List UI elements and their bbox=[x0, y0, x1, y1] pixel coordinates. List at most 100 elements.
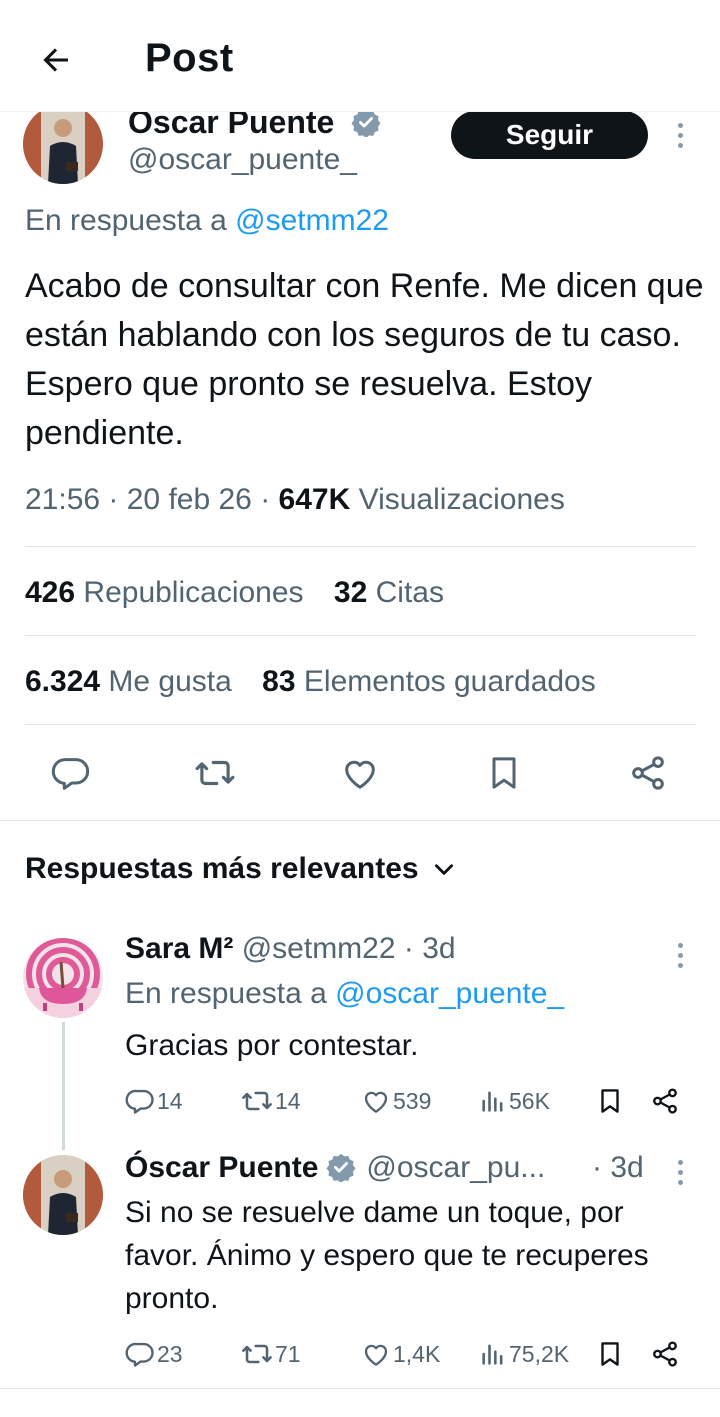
reply-author-handle[interactable]: @oscar_pu... bbox=[366, 1151, 545, 1184]
bookmark-button[interactable] bbox=[479, 748, 529, 798]
reply-button[interactable] bbox=[46, 748, 96, 798]
heart-icon bbox=[345, 760, 375, 789]
like-button[interactable] bbox=[335, 748, 385, 798]
reposts-count: 426 bbox=[25, 576, 76, 609]
reply-text: Gracias por contestar. bbox=[125, 1029, 419, 1062]
quotes-count: 32 bbox=[333, 576, 368, 609]
post-time[interactable]: 21:56 bbox=[25, 483, 100, 516]
reply-handle-link[interactable]: @setmm22 bbox=[235, 204, 389, 237]
quotes-label: Citas bbox=[375, 576, 444, 609]
share-icon bbox=[653, 1341, 677, 1367]
back-button[interactable] bbox=[26, 30, 86, 90]
replies-sort-dropdown[interactable]: Respuestas más relevantes bbox=[25, 852, 457, 886]
repost-count: 71 bbox=[275, 1340, 301, 1367]
bookmarks-label: Elementos guardados bbox=[303, 665, 596, 698]
divider bbox=[25, 546, 696, 547]
views-count: 647K bbox=[278, 483, 351, 516]
reply-share-button[interactable] bbox=[650, 1083, 680, 1119]
post-date[interactable]: 20 feb 26 bbox=[127, 483, 252, 516]
reply-prefix: En respuesta a bbox=[125, 977, 327, 1010]
arrow-left-icon bbox=[43, 48, 68, 72]
top-bar: Post bbox=[0, 0, 720, 112]
repost-count: 14 bbox=[275, 1087, 301, 1114]
bookmark-icon bbox=[492, 757, 516, 789]
bookmark-icon bbox=[601, 1342, 619, 1366]
reply-author-handle[interactable]: @setmm22 bbox=[242, 932, 396, 965]
reply-avatar[interactable] bbox=[23, 938, 103, 1018]
likes-stat[interactable]: 6.324 Me gusta bbox=[25, 665, 232, 698]
reply-repost-button[interactable]: 14 bbox=[241, 1083, 301, 1119]
reposts-stat[interactable]: 426 Republicaciones bbox=[25, 576, 304, 609]
comment-icon bbox=[125, 1089, 154, 1114]
reply-repost-button[interactable]: 71 bbox=[241, 1336, 301, 1372]
reply-action-bar: 23 71 1,4K 75,2K bbox=[125, 1336, 695, 1372]
reply-share-button[interactable] bbox=[650, 1336, 680, 1372]
reply-author-name[interactable]: Óscar Puente bbox=[125, 1151, 318, 1184]
reply-text: Si no se resuelve dame un toque, por fav… bbox=[125, 1196, 649, 1315]
chevron-down-icon bbox=[434, 864, 453, 875]
reposts-label: Republicaciones bbox=[83, 576, 304, 609]
divider bbox=[25, 724, 696, 725]
reply-prefix: En respuesta a bbox=[25, 204, 227, 237]
reply-like-button[interactable]: 539 bbox=[361, 1083, 431, 1119]
bookmarks-count: 83 bbox=[262, 665, 296, 698]
author-handle[interactable]: @oscar_puente_ bbox=[128, 143, 357, 177]
reply-comment-button[interactable]: 23 bbox=[125, 1336, 183, 1372]
repost-button[interactable] bbox=[190, 748, 240, 798]
divider bbox=[0, 1388, 720, 1389]
views-count: 56K bbox=[509, 1087, 550, 1114]
like-count: 1,4K bbox=[393, 1340, 441, 1367]
follow-button[interactable]: Seguir bbox=[451, 111, 648, 159]
stats-row-likes: 6.324 Me gusta 83 Elementos guardados bbox=[25, 665, 618, 699]
reply-time[interactable]: 3d bbox=[422, 932, 455, 965]
share-button[interactable] bbox=[623, 748, 673, 798]
stats-row-reposts: 426 Republicaciones 32 Citas bbox=[25, 576, 466, 610]
views-label: Visualizaciones bbox=[358, 483, 565, 516]
post-text: Acabo de consultar con Renfe. Me dicen q… bbox=[25, 267, 704, 452]
reply-header: Óscar Puente @oscar_pu... bbox=[125, 1151, 545, 1185]
verified-badge-icon bbox=[326, 1153, 356, 1182]
heart-icon bbox=[364, 1091, 388, 1113]
divider bbox=[25, 635, 696, 636]
likes-label: Me gusta bbox=[108, 665, 232, 698]
comment-count: 14 bbox=[157, 1087, 183, 1114]
reply-header: Sara M² @setmm22 · 3d bbox=[125, 932, 456, 965]
reply-bookmark-button[interactable] bbox=[595, 1083, 625, 1119]
comment-icon bbox=[51, 758, 90, 790]
thread-connector-line bbox=[62, 1022, 65, 1150]
comment-count: 23 bbox=[157, 1340, 183, 1367]
page-title: Post bbox=[145, 36, 234, 80]
reply-handle-link[interactable]: @oscar_puente_ bbox=[335, 977, 564, 1010]
repost-icon bbox=[242, 1091, 272, 1111]
reply-time-wrap: · 3d bbox=[592, 1151, 644, 1184]
views-count: 75,2K bbox=[509, 1340, 570, 1367]
reply-bookmark-button[interactable] bbox=[595, 1336, 625, 1372]
reply-more-options-icon[interactable] bbox=[668, 935, 692, 975]
share-icon bbox=[653, 1088, 677, 1114]
comment-icon bbox=[125, 1342, 154, 1367]
reply-avatar[interactable] bbox=[23, 1155, 103, 1235]
author-avatar[interactable] bbox=[23, 104, 103, 184]
reply-comment-button[interactable]: 14 bbox=[125, 1083, 183, 1119]
quotes-stat[interactable]: 32 Citas bbox=[334, 576, 444, 609]
more-options-icon[interactable] bbox=[668, 115, 692, 155]
reply-views-button[interactable]: 56K bbox=[479, 1083, 550, 1119]
reply-context: En respuesta a @oscar_puente_ bbox=[125, 977, 564, 1011]
heart-icon bbox=[364, 1344, 388, 1366]
analytics-icon bbox=[482, 1344, 503, 1365]
likes-count: 6.324 bbox=[25, 665, 101, 698]
like-count: 539 bbox=[393, 1087, 432, 1114]
reply-action-bar: 14 14 539 56K bbox=[125, 1083, 695, 1119]
bookmarks-stat[interactable]: 83 Elementos guardados bbox=[262, 665, 596, 698]
share-icon bbox=[632, 756, 664, 790]
reply-context: En respuesta a @setmm22 bbox=[25, 204, 389, 238]
analytics-icon bbox=[482, 1091, 503, 1112]
repost-icon bbox=[242, 1344, 272, 1364]
reply-author-name[interactable]: Sara M² bbox=[125, 932, 233, 965]
section-divider bbox=[0, 820, 720, 821]
reply-views-button[interactable]: 75,2K bbox=[479, 1336, 569, 1372]
reply-like-button[interactable]: 1,4K bbox=[361, 1336, 440, 1372]
reply-more-options-icon[interactable] bbox=[668, 1152, 692, 1192]
repost-icon bbox=[195, 760, 235, 786]
reply-time[interactable]: 3d bbox=[610, 1151, 643, 1184]
